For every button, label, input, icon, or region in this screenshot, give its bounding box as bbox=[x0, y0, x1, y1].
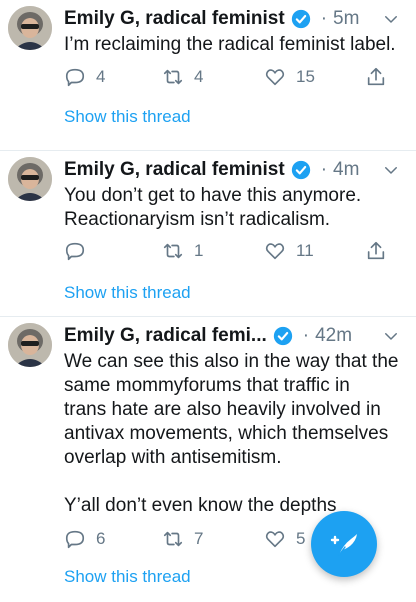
separator-dot: · bbox=[320, 159, 328, 180]
reply-button[interactable]: 6 bbox=[64, 527, 105, 551]
tweet-time[interactable]: 5m bbox=[333, 8, 359, 30]
tweet-1[interactable]: Emily G, radical feminist · 5m I’m recla… bbox=[0, 0, 416, 151]
tweet-2[interactable]: Emily G, radical feminist · 4m You don’t… bbox=[0, 151, 416, 317]
share-button[interactable] bbox=[365, 239, 387, 263]
retweet-button[interactable]: 1 bbox=[162, 239, 203, 263]
verified-badge-icon bbox=[273, 326, 292, 346]
retweet-count: 1 bbox=[194, 241, 204, 260]
retweet-count: 4 bbox=[194, 67, 204, 86]
avatar[interactable] bbox=[8, 157, 52, 201]
verified-badge-icon bbox=[291, 9, 310, 29]
share-button[interactable] bbox=[365, 65, 387, 89]
avatar[interactable] bbox=[8, 6, 52, 50]
reply-count: 4 bbox=[96, 67, 106, 86]
compose-tweet-icon bbox=[330, 534, 357, 556]
like-button[interactable]: 5 bbox=[264, 527, 305, 551]
like-button[interactable]: 15 bbox=[264, 65, 315, 89]
avatar[interactable] bbox=[8, 323, 52, 367]
tweet-time[interactable]: 4m bbox=[333, 159, 359, 181]
show-thread-link[interactable]: Show this thread bbox=[64, 283, 191, 303]
verified-badge-icon bbox=[291, 160, 310, 180]
share-icon bbox=[367, 241, 385, 260]
reply-icon bbox=[65, 68, 85, 87]
like-icon bbox=[265, 243, 285, 260]
author-name[interactable]: Emily G, radical femi... bbox=[64, 325, 267, 347]
separator-dot: · bbox=[320, 8, 328, 29]
retweet-count: 7 bbox=[194, 529, 204, 548]
author-name[interactable]: Emily G, radical feminist bbox=[64, 159, 285, 181]
reply-count: 6 bbox=[96, 529, 106, 548]
retweet-icon bbox=[163, 69, 183, 85]
tweet-time[interactable]: 42m bbox=[315, 325, 352, 347]
author-name[interactable]: Emily G, radical feminist bbox=[64, 8, 285, 30]
compose-tweet-button[interactable] bbox=[311, 511, 377, 577]
chevron-down-icon[interactable] bbox=[382, 10, 400, 28]
share-icon bbox=[367, 67, 385, 86]
reply-button[interactable]: 4 bbox=[64, 65, 105, 89]
tweet-text: I’m reclaiming the radical feminist labe… bbox=[64, 34, 396, 55]
retweet-button[interactable]: 7 bbox=[162, 527, 203, 551]
like-count: 15 bbox=[296, 67, 315, 86]
reply-icon bbox=[65, 530, 85, 549]
reply-button[interactable] bbox=[64, 239, 96, 263]
separator-dot: · bbox=[302, 325, 310, 346]
retweet-icon bbox=[163, 531, 183, 547]
like-count: 5 bbox=[296, 529, 306, 548]
tweet-text: We can see this also in the way that the… bbox=[64, 351, 399, 516]
like-count: 11 bbox=[296, 241, 314, 260]
tweet-text: You don’t get to have this anymore. Reac… bbox=[64, 185, 362, 230]
show-thread-link[interactable]: Show this thread bbox=[64, 567, 191, 587]
reply-icon bbox=[65, 242, 85, 261]
chevron-down-icon[interactable] bbox=[382, 161, 400, 179]
retweet-icon bbox=[163, 243, 183, 259]
retweet-button[interactable]: 4 bbox=[162, 65, 203, 89]
show-thread-link[interactable]: Show this thread bbox=[64, 107, 191, 127]
like-button[interactable]: 11 bbox=[264, 239, 314, 263]
chevron-down-icon[interactable] bbox=[382, 327, 400, 345]
like-icon bbox=[265, 531, 285, 548]
like-icon bbox=[265, 69, 285, 86]
